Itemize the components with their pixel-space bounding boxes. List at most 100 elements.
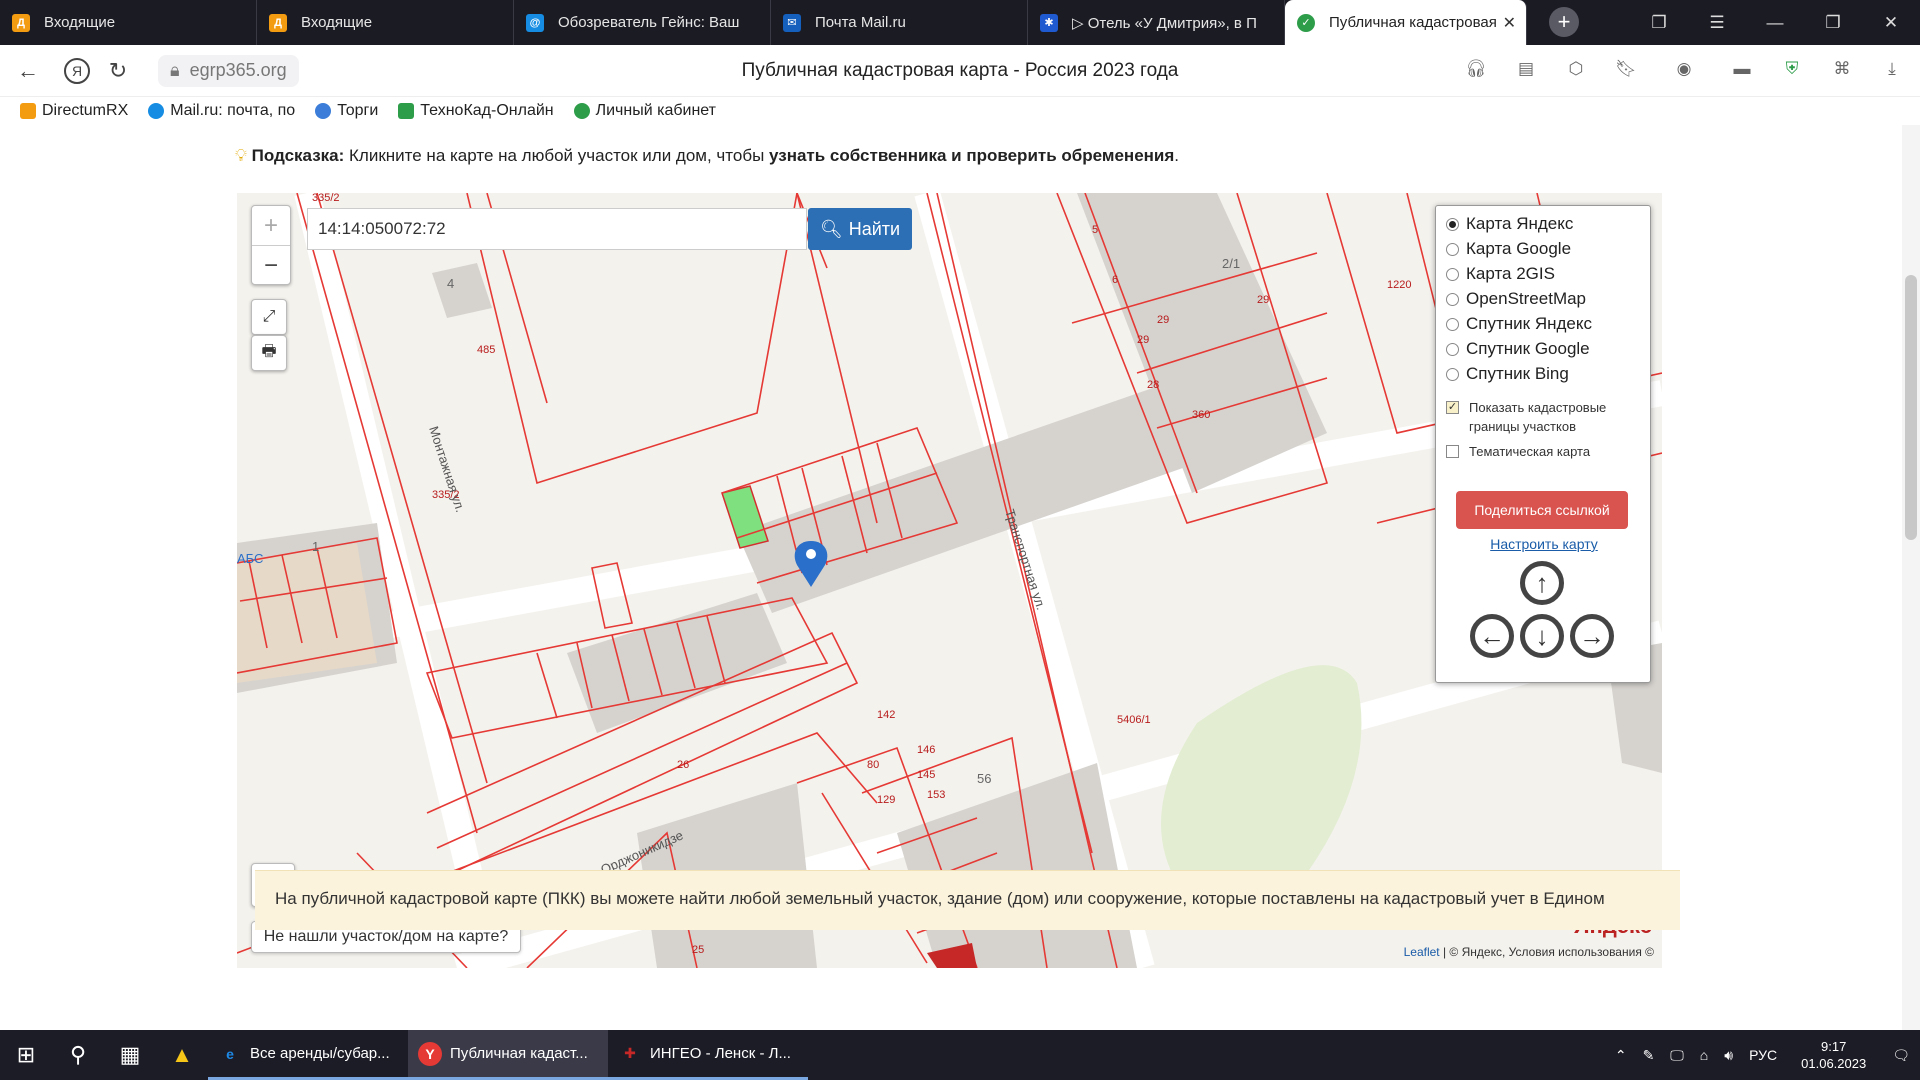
search-input[interactable]: 14:14:050072:72 [307, 208, 807, 250]
bookmark-tehnokad[interactable]: ТехноКад-Онлайн [398, 102, 554, 120]
print-button[interactable]: 🖶 [251, 335, 287, 371]
layer-osm[interactable]: OpenStreetMap [1446, 289, 1586, 309]
reader-icon[interactable]: ▤ [1512, 55, 1540, 83]
svg-text:80: 80 [867, 759, 879, 771]
svg-text:153: 153 [927, 789, 945, 801]
layer-label: Карта Яндекс [1466, 214, 1574, 233]
thematic-map-checkbox[interactable]: Тематическая карта [1446, 442, 1590, 461]
tab-2[interactable]: Д Входящие [257, 0, 514, 45]
monitor-icon[interactable]: 🖵 [1670, 1047, 1684, 1064]
notifications-icon[interactable]: 🗨︎ [1892, 1047, 1910, 1064]
headphones-icon[interactable]: 🎧︎ [1462, 55, 1490, 83]
extension-2-icon[interactable]: ▬ [1728, 55, 1756, 83]
ie-icon: e [226, 1045, 234, 1062]
clock-time: 9:17 [1821, 1039, 1847, 1054]
arrow-left-icon: ← [1475, 619, 1509, 653]
protect-icon[interactable]: ⬡ [1562, 55, 1590, 83]
expand-icon: ⤢ [262, 308, 276, 325]
fullscreen-button[interactable]: ⤢ [251, 299, 287, 335]
reload-icon[interactable]: ↻ [100, 53, 136, 89]
bookmark-label: Mail.ru: почта, по [170, 102, 296, 119]
mail-icon: ✉ [783, 13, 801, 32]
cadastral-map[interactable]: 335/21220 5629 2928360 29 485335/2 2988/… [237, 193, 1662, 968]
bookmark-mailru[interactable]: Mail.ru: почта, по [148, 102, 295, 120]
volume-icon[interactable]: 🔊︎ [1724, 1047, 1733, 1064]
taskbar-app-ie[interactable]: e Все аренды/субар... [208, 1030, 408, 1080]
layer-yandex-map[interactable]: Карта Яндекс [1446, 214, 1573, 234]
layers-panel: Карта Яндекс Карта Google Карта 2GIS Ope… [1435, 205, 1651, 683]
scrollbar-thumb[interactable] [1905, 275, 1917, 540]
download-icon[interactable]: ⤓ [1878, 55, 1906, 83]
tray-chevron-icon[interactable]: ⌃ [1615, 1047, 1627, 1064]
find-button[interactable]: 🔍︎ Найти [808, 208, 912, 250]
clock[interactable]: 9:17 01.06.2023 [1801, 1038, 1866, 1072]
bookmark-icon[interactable]: 🔖︎ [1612, 55, 1640, 83]
tab-4[interactable]: ✉ Почта Mail.ru [771, 0, 1028, 45]
svg-text:145: 145 [917, 769, 935, 781]
pan-down-button[interactable]: ↓ [1520, 614, 1564, 658]
share-link-button[interactable]: Поделиться ссылкой [1456, 491, 1628, 529]
layer-label: Спутник Bing [1466, 364, 1569, 383]
directum-icon: Д [12, 13, 30, 32]
leaflet-link[interactable]: Leaflet [1404, 945, 1440, 959]
arrow-up-icon: ↑ [1525, 566, 1559, 600]
search-icon[interactable]: ⚲ [52, 1030, 104, 1080]
layer-google-map[interactable]: Карта Google [1446, 239, 1571, 259]
svg-text:4: 4 [447, 276, 454, 291]
bookmark-directumrx[interactable]: DirectumRX [20, 102, 128, 120]
pen-icon[interactable]: ✎ [1643, 1047, 1655, 1064]
menu-icon[interactable]: ☰ [1688, 0, 1746, 45]
show-borders-checkbox[interactable]: ✓ Показать кадастровые границы участков [1446, 398, 1636, 436]
pan-up-button[interactable]: ↑ [1520, 561, 1564, 605]
layer-google-sat[interactable]: Спутник Google [1446, 339, 1590, 359]
windows-start-icon[interactable]: ⊞ [0, 1030, 52, 1080]
taskbar-app-ingeo[interactable]: ✚ ИНГЕО - Ленск - Л... [608, 1030, 808, 1080]
svg-text:5: 5 [1092, 224, 1098, 236]
bookmark-torgi[interactable]: Торги [315, 102, 378, 120]
tab-6-active[interactable]: ✓ Публичная кадастровая ✕ [1285, 0, 1527, 45]
network-icon[interactable]: ⌂ [1700, 1047, 1708, 1063]
translate-icon[interactable]: ⌘ [1828, 55, 1856, 83]
tab-3[interactable]: @ Обозреватель Гейнс: Ваш [514, 0, 771, 45]
pan-right-button[interactable]: → [1570, 614, 1614, 658]
layer-bing-sat[interactable]: Спутник Bing [1446, 364, 1569, 384]
tehnokad-icon [398, 103, 415, 119]
extension-icon[interactable]: ◉ [1662, 55, 1706, 83]
shield-icon[interactable]: ⛨ [1778, 55, 1806, 83]
mailru-icon: @ [526, 13, 544, 32]
close-window-icon[interactable]: ✕ [1862, 0, 1920, 45]
tab-5[interactable]: ✱ ▷ Отель «У Дмитрия», в П [1028, 0, 1285, 45]
bookmarks-bar: DirectumRX Mail.ru: почта, по Торги Техн… [0, 97, 1920, 125]
not-found-label: Не нашли участок/дом на карте? [263, 928, 509, 945]
yandex-icon[interactable]: Я [64, 57, 90, 84]
bookmark-label: ТехноКад-Онлайн [420, 102, 554, 119]
page-scrollbar[interactable] [1902, 125, 1920, 1030]
layer-2gis[interactable]: Карта 2GIS [1446, 264, 1555, 284]
zoom-out-button[interactable]: − [252, 246, 290, 286]
minimize-icon[interactable]: — [1746, 0, 1804, 45]
taskbar-app-browser[interactable]: Y Публичная кадаст... [408, 1030, 608, 1080]
calendar-app-icon[interactable]: ▦ [104, 1030, 156, 1080]
bookmark-cabinet[interactable]: Личный кабинет [573, 102, 716, 120]
layer-label: Спутник Яндекс [1466, 314, 1592, 333]
configure-map-link[interactable]: Настроить карту [1436, 536, 1652, 552]
close-tab-icon[interactable]: ✕ [1503, 13, 1516, 33]
taskbar-app-label: Все аренды/субар... [250, 1045, 390, 1062]
new-tab-button[interactable]: + [1549, 7, 1579, 37]
language-indicator[interactable]: РУС [1749, 1047, 1777, 1063]
pan-left-button[interactable]: ← [1470, 614, 1514, 658]
address-bar: ← Я ↻ 🔒︎ egrp365.org Публичная кадастрова… [0, 45, 1920, 97]
gear-icon: ✱ [1040, 13, 1058, 32]
zoom-in-button[interactable]: + [252, 206, 290, 246]
back-icon[interactable]: ← [10, 53, 46, 89]
check-icon: ✓ [1297, 13, 1315, 32]
layer-yandex-sat[interactable]: Спутник Яндекс [1446, 314, 1592, 334]
url-field[interactable]: 🔒︎ egrp365.org [158, 54, 299, 87]
svg-text:335/2: 335/2 [312, 193, 340, 204]
window-controls: ❐ ☰ — ❐ ✕ [1630, 0, 1920, 45]
tab-list-icon[interactable]: ❐ [1630, 0, 1688, 45]
tab-1[interactable]: Д Входящие [0, 0, 257, 45]
maximize-icon[interactable]: ❐ [1804, 0, 1862, 45]
warning-app-icon[interactable]: ▲ [156, 1030, 208, 1080]
browser-tab-bar: Д Входящие Д Входящие @ Обозреватель Гейнс:… [0, 0, 1920, 45]
